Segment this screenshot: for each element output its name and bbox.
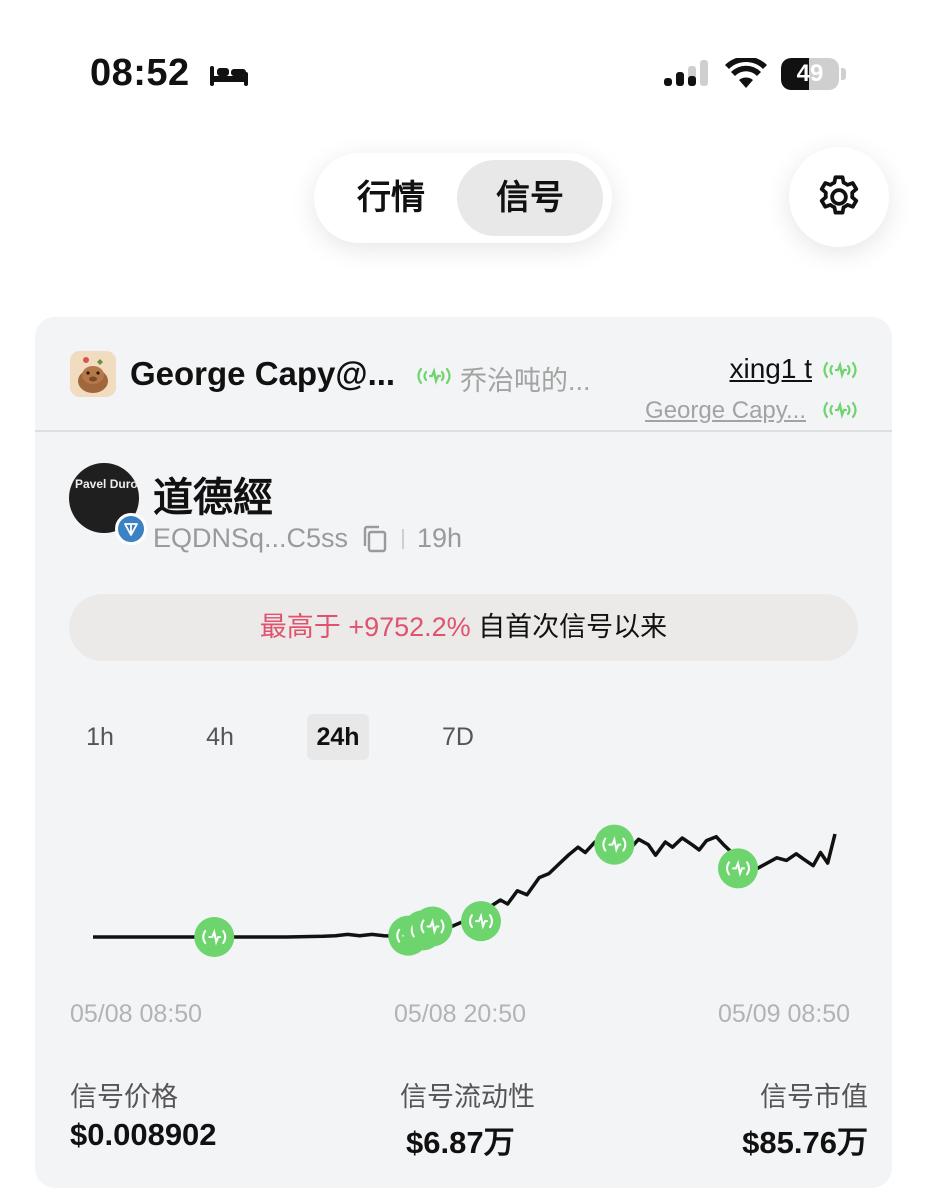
card-divider bbox=[35, 430, 892, 432]
status-time: 08:52 bbox=[90, 52, 190, 94]
tab-market[interactable]: 行情 bbox=[318, 160, 464, 236]
timeframe-24h[interactable]: 24h bbox=[307, 714, 369, 760]
token-name: 道德經 bbox=[153, 476, 273, 520]
kol-link-secondary[interactable]: George Capy... bbox=[645, 397, 806, 425]
stat-price-value: $0.008902 bbox=[70, 1117, 217, 1152]
banner-prefix: 最高于 bbox=[259, 612, 349, 642]
token-address: EQDNSq...C5ss bbox=[153, 523, 349, 553]
performance-banner: 最高于 +9752.2% 自首次信号以来 bbox=[69, 594, 858, 661]
timeframe-1h[interactable]: 1h bbox=[75, 714, 125, 760]
signal-marker[interactable] bbox=[594, 824, 635, 865]
kol-avatar[interactable] bbox=[70, 351, 116, 397]
token-avatar-text: Pavel Durov bbox=[75, 477, 139, 491]
signal-card[interactable]: George Capy@... 乔治吨的... xing1 t George C… bbox=[35, 317, 892, 1188]
timeframe-4h[interactable]: 4h bbox=[195, 714, 245, 760]
x-tick-label: 05/09 08:50 bbox=[718, 1000, 851, 1028]
price-chart[interactable] bbox=[35, 787, 892, 977]
battery-level: 49 bbox=[796, 60, 824, 87]
banner-value: +9752.2% bbox=[348, 612, 471, 642]
signal-marker[interactable] bbox=[412, 906, 453, 947]
separator bbox=[402, 529, 404, 549]
tab-signals[interactable]: 信号 bbox=[457, 160, 603, 236]
banner-suffix: 自首次信号以来 bbox=[470, 612, 668, 642]
stat-price-label: 信号价格 bbox=[70, 1082, 178, 1112]
kol-description: 乔治吨的... bbox=[460, 366, 591, 396]
view-switcher: 行情 信号 bbox=[314, 153, 612, 243]
token-age: 19h bbox=[417, 523, 463, 553]
settings-button[interactable] bbox=[789, 147, 889, 247]
signal-marker[interactable] bbox=[460, 901, 501, 942]
app-screen: 08:52 49 行情 信号 George Capy@... 乔治吨的... x… bbox=[0, 0, 927, 1200]
signal-wave-icon bbox=[823, 401, 857, 419]
signal-wave-icon bbox=[417, 367, 451, 385]
gear-icon bbox=[819, 175, 859, 215]
copy-icon[interactable] bbox=[362, 525, 388, 553]
stat-liquidity-label: 信号流动性 bbox=[400, 1082, 535, 1112]
timeframe-7d[interactable]: 7D bbox=[433, 714, 483, 760]
ton-chain-icon bbox=[115, 513, 147, 545]
wifi-icon bbox=[725, 58, 767, 88]
cellular-signal-icon bbox=[664, 60, 708, 86]
x-tick-label: 05/08 08:50 bbox=[70, 1000, 203, 1028]
stat-mcap-label: 信号市值 bbox=[760, 1082, 868, 1112]
stat-liquidity-value: $6.87万 bbox=[406, 1125, 515, 1160]
signal-wave-icon bbox=[823, 361, 857, 379]
kol-name[interactable]: George Capy@... bbox=[130, 355, 395, 393]
signal-marker[interactable] bbox=[194, 917, 235, 957]
bed-icon bbox=[210, 66, 248, 86]
signal-marker[interactable] bbox=[718, 848, 759, 889]
battery-icon: 49 bbox=[781, 58, 847, 90]
x-tick-label: 05/08 20:50 bbox=[394, 1000, 527, 1028]
kol-link-primary[interactable]: xing1 t bbox=[730, 353, 813, 385]
stat-mcap-value: $85.76万 bbox=[742, 1125, 868, 1160]
